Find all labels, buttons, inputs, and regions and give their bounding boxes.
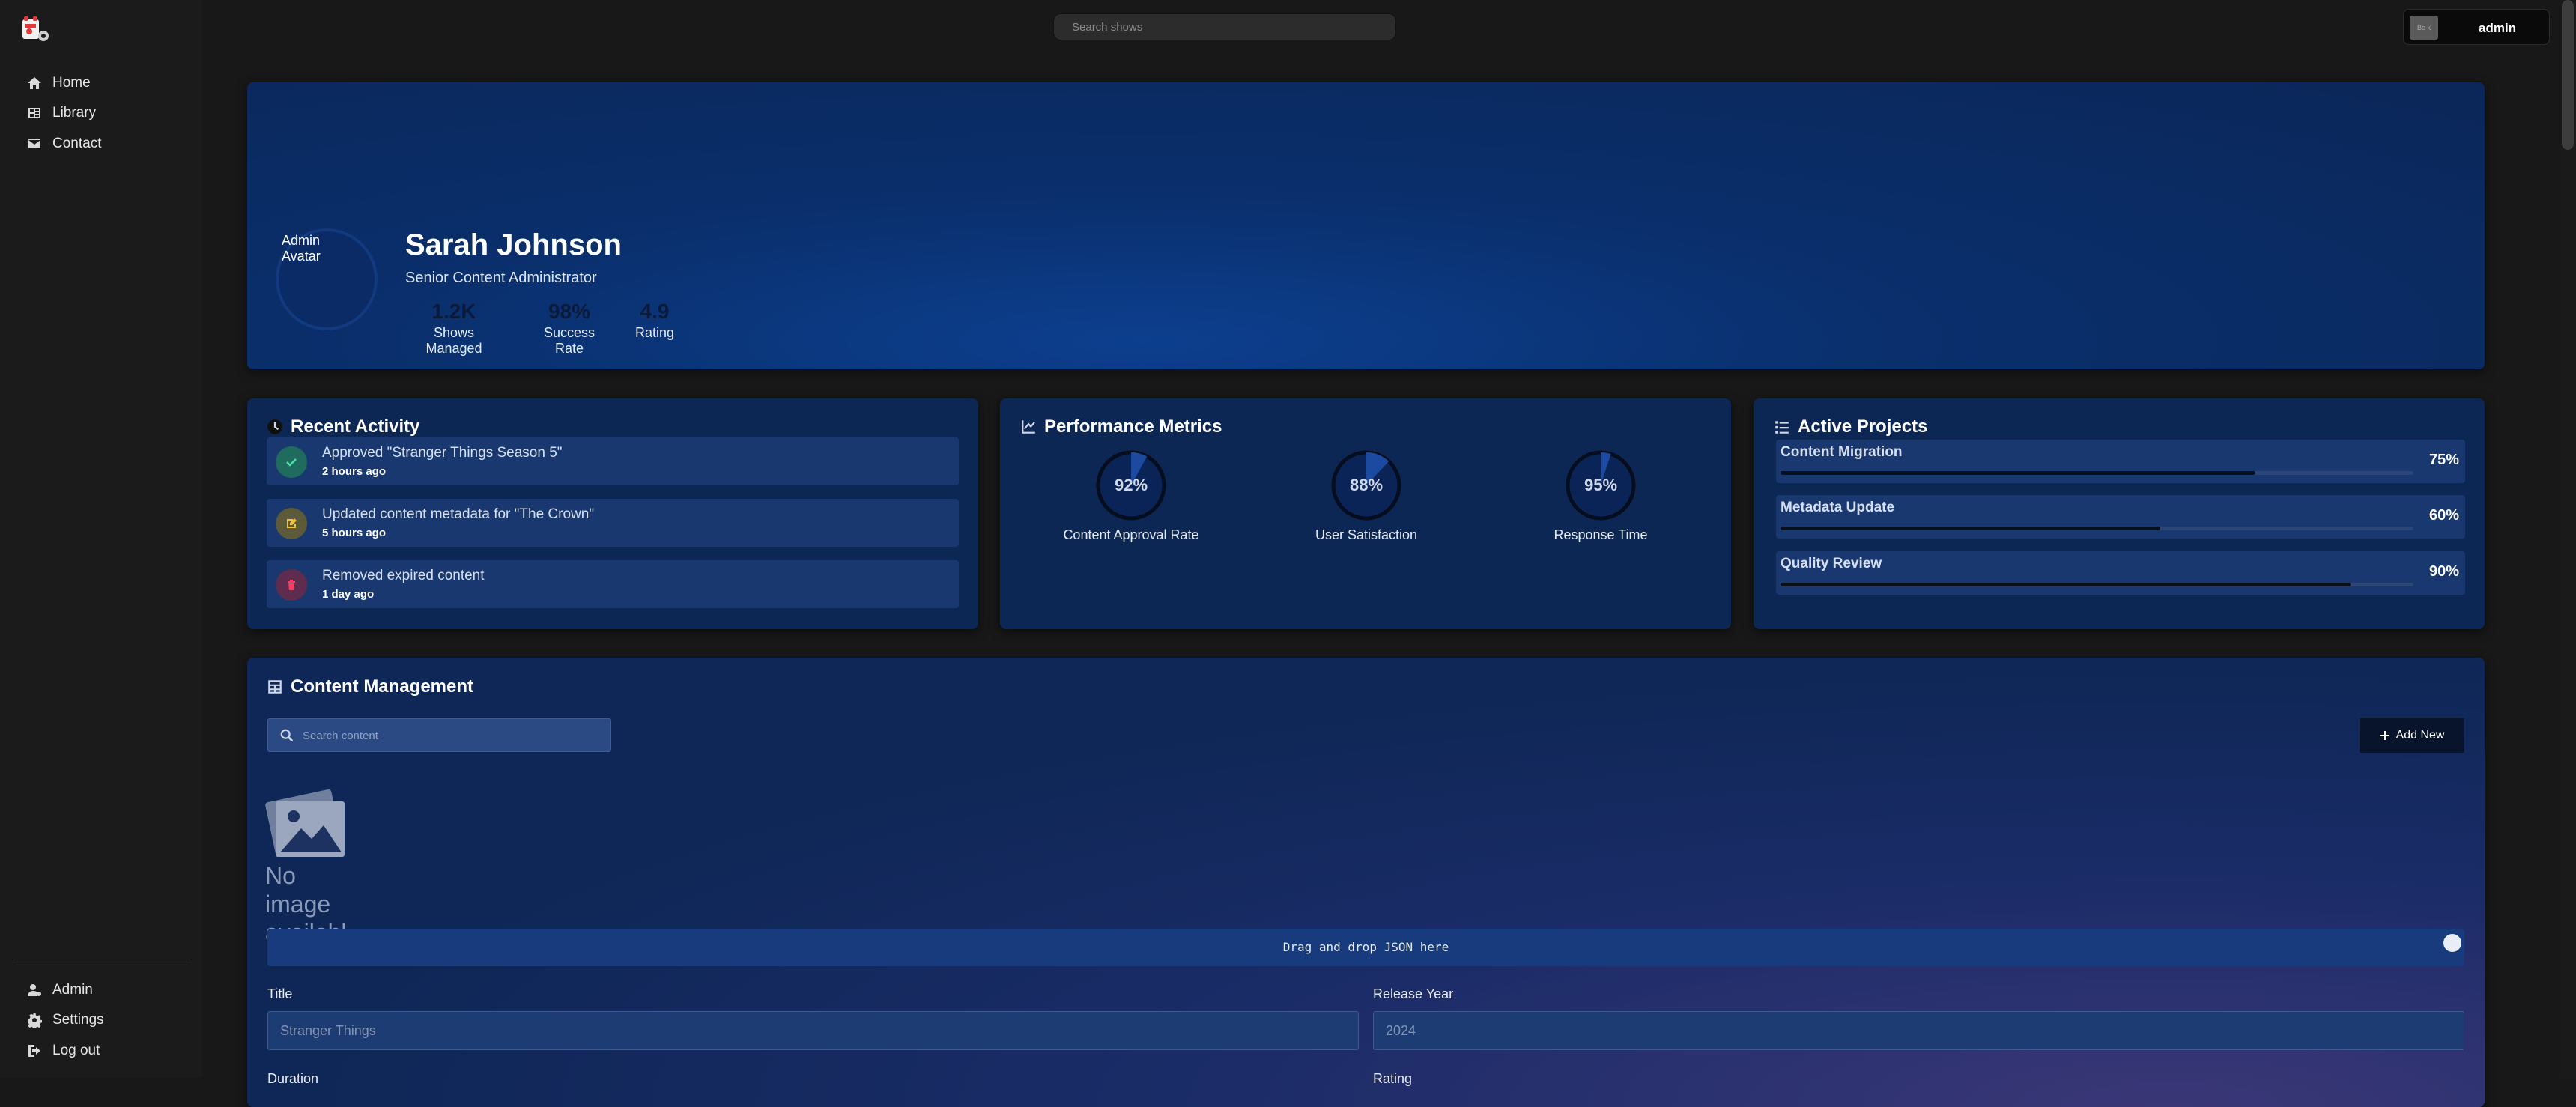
activity-item[interactable]: Updated content metadata for "The Crown"… bbox=[267, 499, 959, 547]
home-icon bbox=[28, 77, 41, 89]
dropzone-toggle[interactable] bbox=[2443, 934, 2461, 952]
gauge-content-approval: 92% bbox=[1095, 449, 1167, 521]
duration-label: Duration bbox=[267, 1071, 319, 1086]
envelope-icon bbox=[28, 139, 40, 148]
progress-fill bbox=[1781, 471, 2255, 475]
content-search[interactable] bbox=[267, 718, 611, 753]
sidebar-item-settings[interactable]: Settings bbox=[27, 1012, 104, 1028]
sidebar-item-label: Settings bbox=[52, 1012, 104, 1028]
sidebar: Home Library Contact Admin Settings Log … bbox=[0, 0, 202, 1078]
sidebar-item-library[interactable]: Library bbox=[27, 105, 96, 121]
rating-label: Rating bbox=[1373, 1071, 1413, 1086]
user-gear-icon bbox=[28, 984, 41, 996]
project-item[interactable]: Quality Review 90% bbox=[1776, 551, 2465, 595]
sidebar-item-label: Library bbox=[52, 105, 97, 121]
activity-item[interactable]: Approved "Stranger Things Season 5" 2 ho… bbox=[267, 437, 959, 485]
sidebar-item-contact[interactable]: Contact bbox=[27, 136, 101, 152]
recent-activity-title: Recent Activity bbox=[267, 416, 420, 437]
gauge-user-satisfaction: 88% bbox=[1330, 449, 1402, 521]
profile-role: Senior Content Administrator bbox=[405, 270, 597, 286]
edit-icon bbox=[276, 508, 307, 539]
clock-icon bbox=[267, 419, 282, 434]
logout-icon bbox=[28, 1045, 40, 1057]
sidebar-item-home[interactable]: Home bbox=[27, 75, 91, 91]
list-icon bbox=[1775, 421, 1789, 434]
add-new-button[interactable]: Add New bbox=[2360, 718, 2464, 753]
user-menu[interactable]: Bo k admin bbox=[2403, 9, 2550, 45]
title-field[interactable] bbox=[267, 1011, 1359, 1050]
app-logo[interactable] bbox=[19, 13, 51, 43]
sidebar-item-label: Contact bbox=[52, 136, 102, 151]
stat-success-rate: 98% Success Rate bbox=[543, 300, 595, 356]
avatar: Bo k bbox=[2410, 16, 2438, 40]
trash-icon bbox=[276, 569, 307, 601]
profile-avatar: Admin Avatar bbox=[276, 228, 378, 330]
table-icon bbox=[268, 680, 282, 694]
line-chart-icon bbox=[1022, 420, 1035, 434]
progress-track bbox=[1781, 471, 2413, 475]
gauge-response-time: 95% bbox=[1565, 449, 1637, 521]
sidebar-item-label: Home bbox=[52, 75, 91, 91]
json-dropzone[interactable]: Drag and drop JSON here bbox=[267, 929, 2464, 966]
release-year-label: Release Year bbox=[1373, 986, 1454, 1001]
project-item[interactable]: Content Migration 75% bbox=[1776, 440, 2465, 483]
stat-shows-managed: 1.2K Shows Managed bbox=[425, 300, 482, 356]
sidebar-item-logout[interactable]: Log out bbox=[27, 1043, 100, 1059]
gauge-label: Content Approval Rate bbox=[1063, 527, 1199, 542]
scrollbar[interactable] bbox=[2560, 0, 2576, 1078]
progress-track bbox=[1781, 527, 2413, 530]
check-icon bbox=[276, 446, 307, 478]
username: admin bbox=[2479, 21, 2517, 35]
progress-fill bbox=[1781, 583, 2351, 586]
release-year-field[interactable] bbox=[1373, 1011, 2464, 1050]
profile-name: Sarah Johnson bbox=[405, 228, 622, 261]
scroll-thumb[interactable] bbox=[2562, 0, 2574, 150]
title-label: Title bbox=[267, 986, 293, 1001]
image-icon bbox=[265, 789, 345, 857]
gauge-label: Response Time bbox=[1554, 527, 1648, 542]
plus-icon bbox=[2380, 731, 2389, 740]
activity-item[interactable]: Removed expired content 1 day ago bbox=[267, 560, 959, 608]
project-item[interactable]: Metadata Update 60% bbox=[1776, 495, 2465, 539]
sidebar-item-label: Log out bbox=[52, 1043, 100, 1058]
search-icon bbox=[280, 729, 294, 742]
performance-title: Performance Metrics bbox=[1020, 416, 1222, 437]
content-search-input[interactable] bbox=[301, 719, 604, 753]
gear-icon bbox=[28, 1013, 42, 1028]
content-management-title: Content Management bbox=[267, 676, 473, 697]
progress-fill bbox=[1781, 527, 2160, 530]
top-search[interactable] bbox=[1053, 13, 1396, 40]
gauge-label: User Satisfaction bbox=[1315, 527, 1418, 542]
stat-rating: 4.9 Rating bbox=[634, 300, 675, 340]
sidebar-item-label: Admin bbox=[52, 982, 93, 998]
progress-track bbox=[1781, 583, 2413, 586]
release-year-input[interactable] bbox=[1374, 1012, 2464, 1049]
library-icon bbox=[28, 108, 40, 118]
title-input[interactable] bbox=[268, 1012, 1358, 1049]
sidebar-item-admin[interactable]: Admin bbox=[27, 982, 93, 998]
projects-title: Active Projects bbox=[1774, 416, 1927, 437]
search-input[interactable] bbox=[1054, 14, 1395, 40]
